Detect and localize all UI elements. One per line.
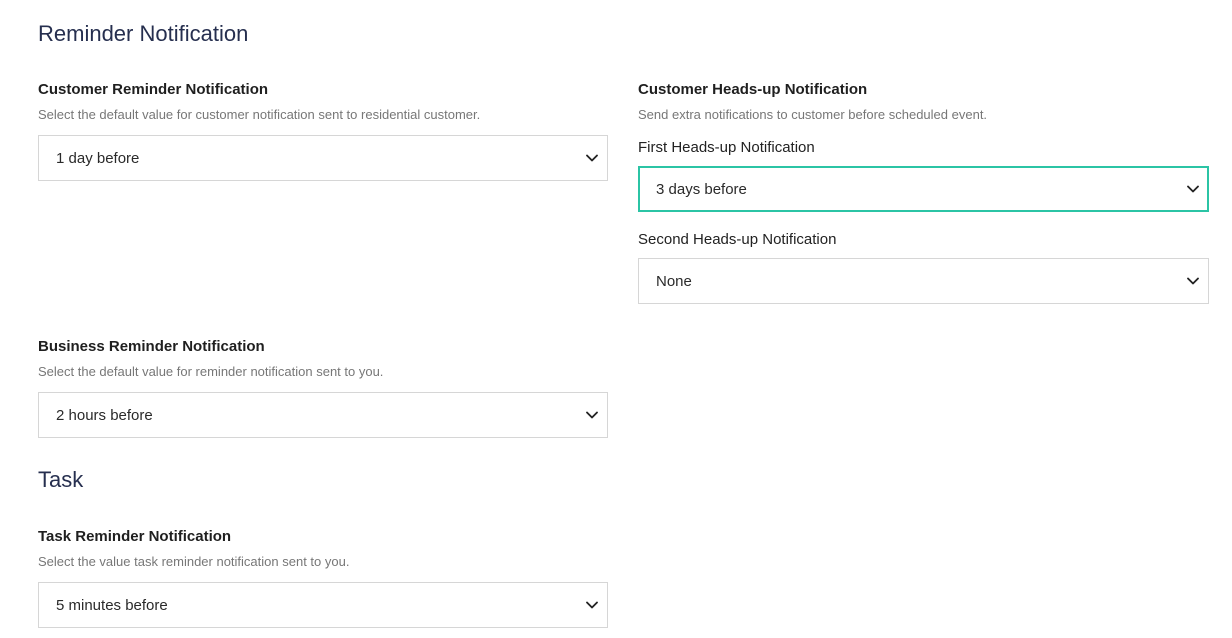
customer-reminder-title: Customer Reminder Notification — [38, 81, 269, 98]
chevron-down-icon — [1186, 182, 1200, 196]
reminder-section-title: Reminder Notification — [38, 21, 249, 46]
second-headsup-select[interactable]: None — [638, 258, 1209, 304]
chevron-down-icon — [1186, 274, 1200, 288]
task-reminder-description: Select the value task reminder notificat… — [38, 554, 350, 569]
customer-headsup-description: Send extra notifications to customer bef… — [638, 107, 988, 122]
task-reminder-title: Task Reminder Notification — [38, 528, 232, 545]
first-headsup-select[interactable]: 3 days before — [638, 166, 1209, 212]
second-headsup-label: Second Heads-up Notification — [638, 231, 837, 248]
customer-reminder-selected-value: 1 day before — [56, 149, 140, 167]
business-reminder-title: Business Reminder Notification — [38, 338, 265, 355]
customer-headsup-title: Customer Heads-up Notification — [638, 81, 868, 98]
chevron-down-icon — [585, 598, 599, 612]
task-reminder-selected-value: 5 minutes before — [56, 596, 168, 614]
customer-reminder-select[interactable]: 1 day before — [38, 135, 608, 181]
business-reminder-select[interactable]: 2 hours before — [38, 392, 608, 438]
business-reminder-description: Select the default value for reminder no… — [38, 364, 384, 379]
chevron-down-icon — [585, 151, 599, 165]
task-reminder-select[interactable]: 5 minutes before — [38, 582, 608, 628]
customer-reminder-description: Select the default value for customer no… — [38, 107, 481, 122]
first-headsup-label: First Heads-up Notification — [638, 139, 815, 156]
chevron-down-icon — [585, 408, 599, 422]
first-headsup-selected-value: 3 days before — [656, 180, 747, 198]
task-section-title: Task — [38, 467, 84, 492]
business-reminder-selected-value: 2 hours before — [56, 406, 153, 424]
second-headsup-selected-value: None — [656, 272, 692, 290]
